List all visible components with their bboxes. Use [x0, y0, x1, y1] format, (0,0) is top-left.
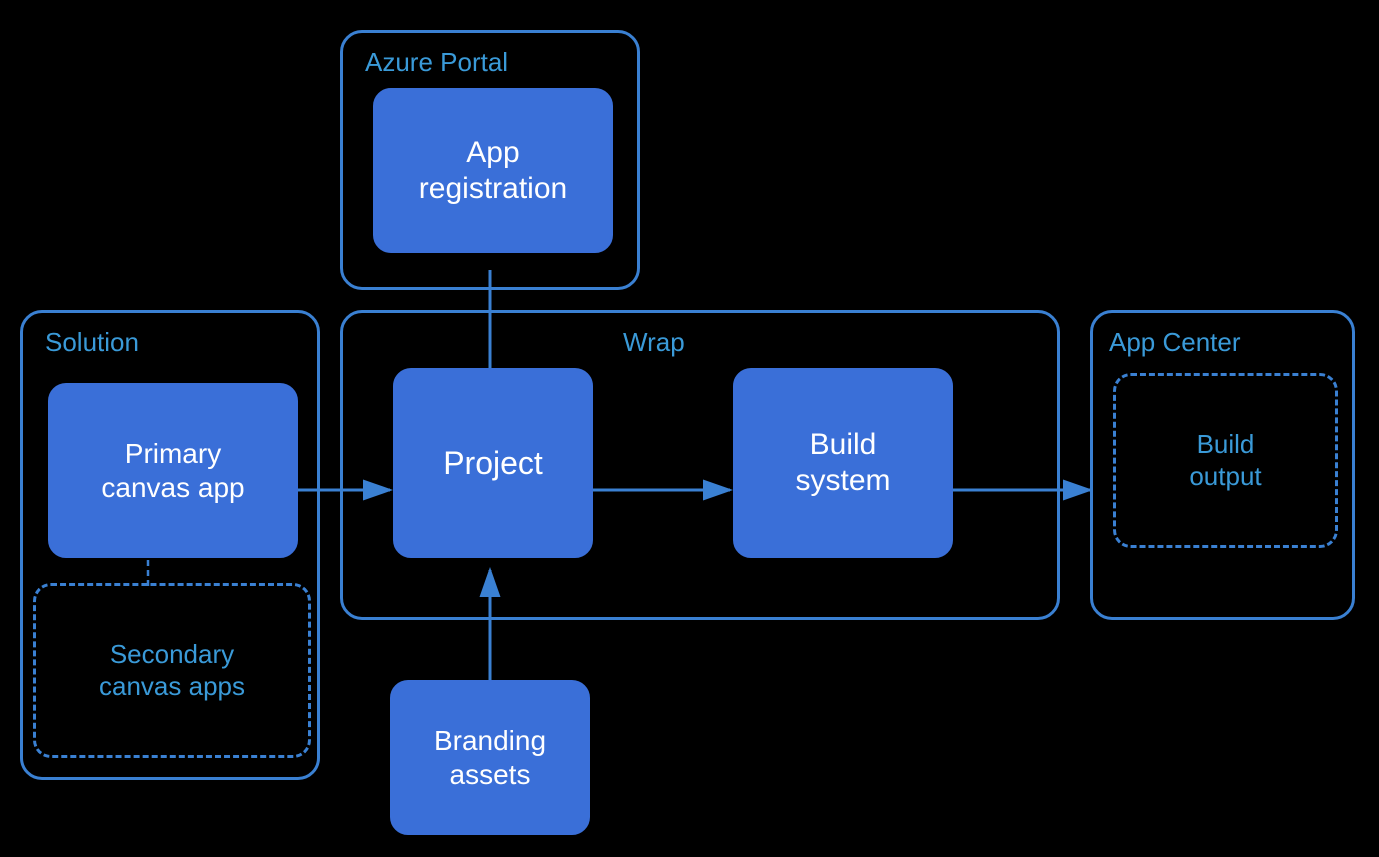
azure-portal-label: Azure Portal [365, 47, 508, 78]
solution-label: Solution [45, 327, 139, 358]
app-registration-box: App registration [373, 88, 613, 253]
diagram-container: Azure Portal App registration Solution P… [0, 0, 1379, 857]
wrap-container: Wrap Project Build system [340, 310, 1060, 620]
wrap-label: Wrap [623, 327, 685, 358]
branding-assets-box: Branding assets [390, 680, 590, 835]
app-center-container: App Center Build output [1090, 310, 1355, 620]
project-box: Project [393, 368, 593, 558]
primary-canvas-app-box: Primary canvas app [48, 383, 298, 558]
azure-portal-container: Azure Portal App registration [340, 30, 640, 290]
build-system-box: Build system [733, 368, 953, 558]
solution-container: Solution Primary canvas app Secondary ca… [20, 310, 320, 780]
secondary-canvas-apps-box: Secondary canvas apps [33, 583, 311, 758]
build-output-box: Build output [1113, 373, 1338, 548]
app-center-label: App Center [1109, 327, 1241, 358]
